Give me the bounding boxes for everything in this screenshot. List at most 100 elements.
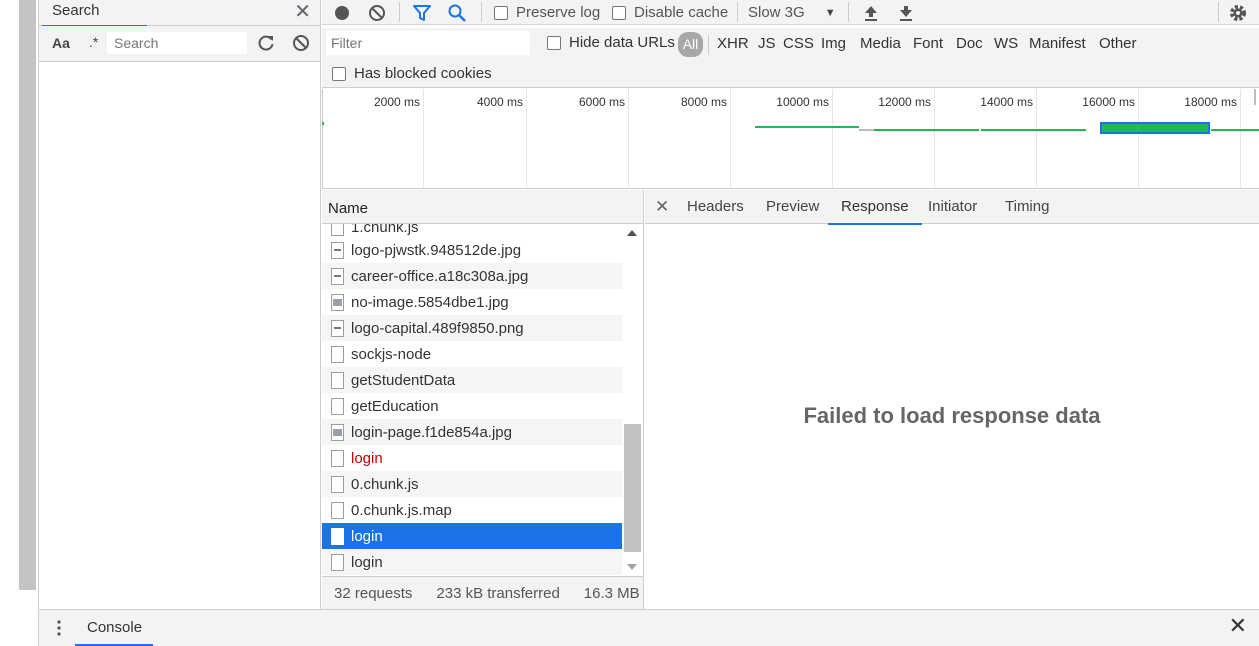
record-button[interactable] xyxy=(334,0,350,25)
regex-toggle[interactable]: .* xyxy=(89,34,98,50)
preserve-log-checkbox[interactable]: Preserve log xyxy=(494,0,600,25)
document-icon xyxy=(331,397,344,415)
filter-toggle-button[interactable] xyxy=(413,0,431,25)
request-row[interactable]: logo-capital.489f9850.png xyxy=(322,315,622,341)
name-column-header[interactable]: Name xyxy=(322,190,643,224)
waterfall-bar xyxy=(874,129,979,131)
type-filter-img[interactable]: Img xyxy=(821,35,846,52)
divider xyxy=(708,35,709,55)
type-filter-xhr[interactable]: XHR xyxy=(717,35,749,52)
request-row[interactable]: sockjs-node xyxy=(322,341,622,367)
document-icon xyxy=(331,224,344,236)
tab-headers[interactable]: Headers xyxy=(687,190,744,224)
document-icon xyxy=(331,475,344,493)
dropdown-arrow-icon: ▼ xyxy=(824,6,836,19)
settings-button[interactable] xyxy=(1228,0,1248,25)
waterfall-bar xyxy=(755,126,859,128)
console-drawer: Console ✕ xyxy=(39,609,1259,646)
divider xyxy=(1218,2,1219,22)
tab-preview[interactable]: Preview xyxy=(766,190,819,224)
type-filter-all[interactable]: All xyxy=(678,32,703,57)
upload-icon xyxy=(865,5,877,21)
checkbox[interactable] xyxy=(547,35,561,50)
close-icon[interactable]: ✕ xyxy=(1229,613,1247,639)
search-input[interactable] xyxy=(107,32,247,54)
tab-search[interactable]: Search xyxy=(41,0,147,27)
waterfall-bar xyxy=(859,129,874,131)
throttling-select[interactable]: Slow 3G ▼ xyxy=(748,0,836,25)
document-icon xyxy=(331,501,344,519)
checkbox[interactable] xyxy=(332,66,346,81)
network-summary-bar: 32 requests 233 kB transferred 16.3 MB r xyxy=(322,576,643,609)
request-row[interactable]: login-page.f1de854a.jpg xyxy=(322,419,622,445)
export-har-button[interactable] xyxy=(898,0,914,25)
document-icon xyxy=(331,553,344,571)
more-vertical-icon[interactable] xyxy=(57,619,61,637)
type-filter-css[interactable]: CSS xyxy=(783,35,814,52)
filter-input[interactable] xyxy=(326,31,530,55)
network-toolbar: Preserve log Disable cache Slow 3G ▼ xyxy=(322,0,1259,25)
waterfall-bar xyxy=(322,122,324,125)
tab-timing[interactable]: Timing xyxy=(1005,190,1049,224)
request-row-selected[interactable]: login xyxy=(322,523,622,549)
has-blocked-cookies-label: Has blocked cookies xyxy=(354,65,492,82)
request-row[interactable]: career-office.a18c308a.jpg xyxy=(322,263,622,289)
document-icon xyxy=(331,371,344,389)
request-name: login xyxy=(351,527,383,545)
divider xyxy=(399,2,400,22)
disable-cache-checkbox[interactable]: Disable cache xyxy=(612,0,728,25)
has-blocked-cookies-checkbox[interactable]: Has blocked cookies xyxy=(332,65,492,82)
request-row[interactable]: no-image.5854dbe1.jpg xyxy=(322,289,622,315)
request-name: career-office.a18c308a.jpg xyxy=(351,267,529,285)
checkbox[interactable] xyxy=(494,5,508,20)
details-tabbar: ✕ Headers Preview Response Initiator Tim… xyxy=(645,190,1259,225)
type-filter-font[interactable]: Font xyxy=(913,35,943,52)
scroll-down-icon[interactable] xyxy=(627,564,637,570)
request-row[interactable]: login xyxy=(322,445,622,471)
gear-icon xyxy=(1230,4,1246,21)
close-icon[interactable]: ✕ xyxy=(655,197,669,217)
clear-log-button[interactable] xyxy=(368,0,386,25)
type-filter-media[interactable]: Media xyxy=(860,35,901,52)
type-filter-manifest[interactable]: Manifest xyxy=(1029,35,1086,52)
throttling-value: Slow 3G xyxy=(748,4,805,21)
checkbox[interactable] xyxy=(612,5,626,20)
request-name: getEducation xyxy=(351,397,439,415)
type-filter-doc[interactable]: Doc xyxy=(956,35,983,52)
search-button[interactable] xyxy=(448,0,466,25)
search-icon xyxy=(448,4,466,22)
waterfall-bar-selected xyxy=(1100,122,1210,134)
scrollbar-thumb[interactable] xyxy=(624,424,641,552)
preserve-log-label: Preserve log xyxy=(516,4,601,21)
refresh-icon[interactable] xyxy=(255,32,277,54)
request-row[interactable]: getEducation xyxy=(322,393,622,419)
clear-icon[interactable] xyxy=(290,32,312,54)
type-filter-other[interactable]: Other xyxy=(1099,35,1137,52)
match-case-toggle[interactable]: Aa xyxy=(52,35,70,51)
request-row[interactable]: 0.chunk.js xyxy=(322,471,622,497)
sidebar-resizer[interactable] xyxy=(19,0,36,590)
tab-response[interactable]: Response xyxy=(828,190,922,225)
tab-initiator[interactable]: Initiator xyxy=(928,190,977,224)
hide-data-urls-checkbox[interactable]: Hide data URLs xyxy=(547,34,675,51)
divider xyxy=(737,2,738,22)
network-overview[interactable]: 2000 ms 4000 ms 6000 ms 8000 ms 10000 ms… xyxy=(322,89,1259,189)
tab-console[interactable]: Console xyxy=(75,610,153,646)
request-row[interactable]: 0.chunk.js.map xyxy=(322,497,622,523)
request-row[interactable]: logo-pjwstk.948512de.jpg xyxy=(322,237,622,263)
request-name: sockjs-node xyxy=(351,345,432,363)
type-filter-ws[interactable]: WS xyxy=(994,35,1018,52)
request-count: 32 requests xyxy=(334,584,413,602)
request-list-scrollbar[interactable] xyxy=(622,224,643,576)
download-icon xyxy=(900,5,912,21)
transferred-size: 233 kB transferred xyxy=(436,584,560,602)
import-har-button[interactable] xyxy=(863,0,879,25)
close-icon[interactable]: ✕ xyxy=(294,0,311,24)
document-icon xyxy=(331,527,344,545)
request-row[interactable]: getStudentData xyxy=(322,367,622,393)
request-row[interactable]: login xyxy=(322,549,622,575)
type-filter-js[interactable]: JS xyxy=(758,35,776,52)
request-name: getStudentData xyxy=(351,371,456,389)
request-name: no-image.5854dbe1.jpg xyxy=(351,293,509,311)
scroll-up-icon[interactable] xyxy=(627,230,637,236)
